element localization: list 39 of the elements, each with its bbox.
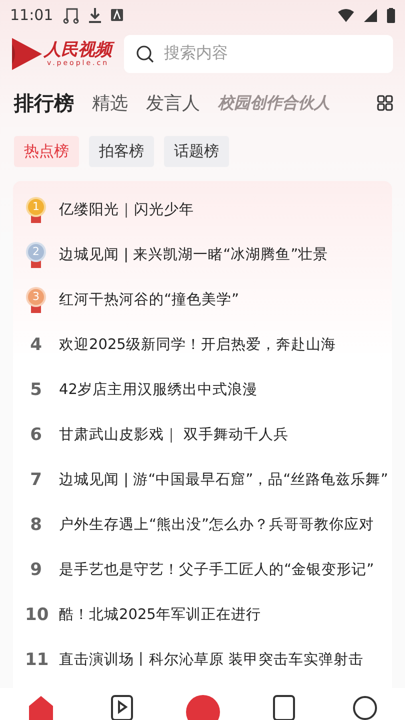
profile-icon	[352, 694, 378, 720]
category-tab[interactable]: 排行榜	[14, 90, 74, 116]
status-time: 11:01	[10, 6, 54, 24]
video-title[interactable]: 户外生存遇上“熊出没”怎么办？兵哥哥教你应对	[59, 515, 374, 534]
download-icon	[89, 7, 102, 23]
rank-number: 8	[29, 514, 43, 534]
video-title[interactable]: 红河干热河谷的“撞色美学”	[59, 290, 240, 309]
video-title[interactable]: 亿缕阳光｜闪光少年	[59, 200, 194, 219]
video-title[interactable]: 42岁店主用汉服绣出中式浪漫	[59, 380, 258, 399]
play-icon	[110, 694, 134, 720]
logo-icon	[12, 38, 42, 70]
ranking-tab[interactable]: 拍客榜	[89, 136, 154, 167]
category-tab[interactable]: 精选	[92, 91, 128, 115]
keyboard-icon	[111, 9, 124, 21]
battery-icon	[387, 8, 395, 22]
rank-number: 7	[29, 470, 43, 490]
rank-number: 11	[25, 650, 47, 670]
video-title[interactable]: 直击演训场丨科尔沁草原 装甲突击车实弹射击	[59, 650, 364, 669]
video-title[interactable]: 边城见闻 | 来兴凯湖一睹“冰湖腾鱼”壮景	[59, 245, 328, 264]
rank-number: 5	[29, 380, 43, 400]
search-icon	[136, 45, 154, 63]
music-note-icon	[63, 6, 80, 24]
video-title[interactable]: 甘肃武山皮影戏｜ 双手舞动千人兵	[59, 425, 289, 444]
home-icon	[28, 694, 54, 720]
grid-icon[interactable]	[377, 95, 393, 111]
video-title[interactable]: 酷！北城2025年军训正在进行	[59, 605, 261, 624]
ranking-tab[interactable]: 热点榜	[14, 136, 79, 167]
category-tab[interactable]: 发言人	[146, 91, 200, 115]
rank-number: 4	[29, 334, 43, 354]
wifi-icon	[338, 8, 354, 22]
ranking-tab[interactable]: 话题榜	[164, 136, 229, 167]
rank-number: 9	[29, 560, 43, 580]
search-field[interactable]: 搜索内容	[124, 35, 393, 73]
rank-number: 10	[25, 604, 47, 624]
video-title[interactable]: 欢迎2025级新同学！开启热爱，奔赴山海	[59, 335, 336, 354]
video-title[interactable]: 是手艺也是守艺！父子手工匠人的“金银变形记”	[59, 560, 374, 579]
rank-number: 6	[29, 424, 43, 444]
video-title[interactable]: 边城见闻 | 游“中国最早石窟”，品“丝路龟兹乐舞”	[59, 470, 388, 489]
signal-icon	[364, 8, 377, 22]
